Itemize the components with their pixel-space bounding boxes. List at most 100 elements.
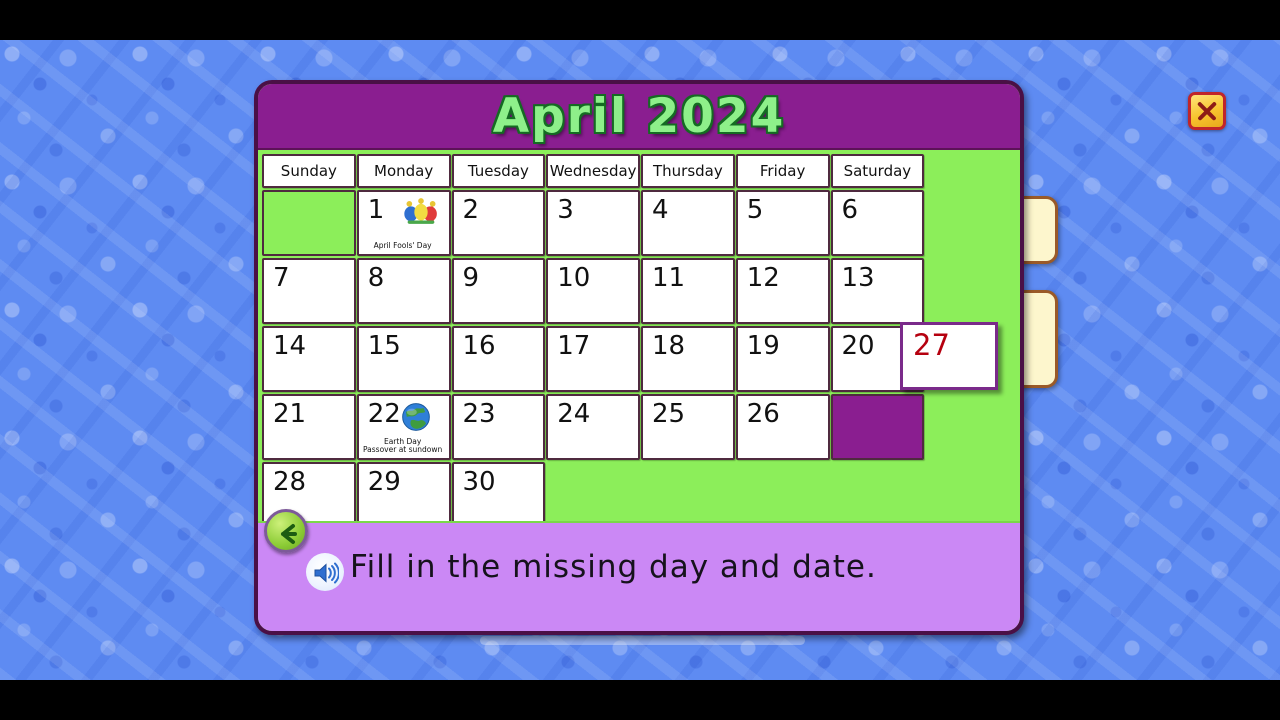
calendar-day-cell-18[interactable]: 18 bbox=[641, 326, 735, 392]
weekday-header-label: Tuesday bbox=[467, 162, 529, 180]
weekday-header-monday: Monday bbox=[356, 154, 451, 188]
day-number: 2 bbox=[462, 195, 480, 225]
calendar-day-cell-24[interactable]: 24 bbox=[546, 394, 640, 460]
calendar-empty-cell bbox=[262, 190, 356, 256]
weekday-header-wednesday: Wednesday bbox=[546, 154, 640, 188]
row-right-filler bbox=[925, 394, 1019, 460]
calendar-day-cell-26[interactable]: 26 bbox=[735, 394, 830, 460]
letterbox-top bbox=[0, 0, 1280, 40]
scroll-hint-bar bbox=[480, 636, 805, 645]
day-number: 11 bbox=[652, 263, 686, 293]
calendar-day-cell-3[interactable]: 3 bbox=[546, 190, 640, 256]
earth-globe-icon bbox=[401, 402, 441, 432]
day-number: 29 bbox=[367, 467, 401, 497]
calendar-day-cell-23[interactable]: 23 bbox=[451, 394, 546, 460]
day-number: 9 bbox=[462, 263, 480, 293]
day-number: 24 bbox=[557, 399, 591, 429]
calendar-day-cell-10[interactable]: 10 bbox=[546, 258, 640, 324]
calendar-filler-cell bbox=[735, 462, 830, 528]
speaker-icon[interactable] bbox=[306, 553, 344, 591]
calendar-filler-cell bbox=[641, 462, 735, 528]
holiday-label-line1: April Fools' Day bbox=[373, 241, 432, 251]
day-number: 30 bbox=[462, 467, 496, 497]
calendar-day-cell-21[interactable]: 21 bbox=[262, 394, 356, 460]
day-number: 21 bbox=[273, 399, 307, 429]
calendar-day-cell-30[interactable]: 30 bbox=[451, 462, 546, 528]
calendar-day-cell-16[interactable]: 16 bbox=[451, 326, 546, 392]
weekday-header-saturday: Saturday bbox=[830, 154, 925, 188]
day-number: 1 bbox=[367, 195, 385, 225]
calendar-week-row: 28 29 30 bbox=[262, 462, 1020, 530]
calendar-title-bar: April 2024 bbox=[258, 84, 1020, 150]
calendar-day-cell-29[interactable]: 29 bbox=[356, 462, 451, 528]
day-number: 28 bbox=[273, 467, 307, 497]
calendar-day-cell-15[interactable]: 15 bbox=[356, 326, 451, 392]
day-number: 20 bbox=[841, 331, 875, 361]
row-right-filler bbox=[925, 190, 1019, 256]
day-number: 23 bbox=[462, 399, 496, 429]
weekday-header-label: Saturday bbox=[843, 162, 912, 180]
day-number: 22 bbox=[367, 399, 401, 429]
calendar-day-cell-17[interactable]: 17 bbox=[546, 326, 640, 392]
calendar-day-cell-13[interactable]: 13 bbox=[830, 258, 925, 324]
row-right-filler bbox=[925, 258, 1019, 324]
calendar-day-cell-22[interactable]: 22 Earth Day Passover at sundown bbox=[356, 394, 451, 460]
day-number: 13 bbox=[841, 263, 875, 293]
calendar-day-cell-4[interactable]: 4 bbox=[641, 190, 735, 256]
day-number: 3 bbox=[557, 195, 574, 225]
calendar-filler-cell bbox=[830, 462, 925, 528]
day-number: 26 bbox=[746, 399, 780, 429]
close-icon[interactable] bbox=[1188, 92, 1226, 130]
calendar-week-row: 21 22 Earth Day Passover at sundown 23 24 25 26 bbox=[262, 394, 1020, 462]
instruction-bar: Fill in the missing day and date. bbox=[258, 509, 1020, 631]
header-filler bbox=[925, 154, 1019, 188]
day-number: 7 bbox=[273, 263, 290, 293]
day-number: 19 bbox=[746, 331, 780, 361]
calendar-day-cell-14[interactable]: 14 bbox=[262, 326, 356, 392]
calendar-day-cell-9[interactable]: 9 bbox=[451, 258, 546, 324]
day-number: 8 bbox=[367, 263, 385, 293]
back-arrow-icon[interactable] bbox=[264, 509, 308, 553]
day-number: 4 bbox=[652, 195, 669, 225]
day-number: 10 bbox=[557, 263, 591, 293]
weekday-header-label: Monday bbox=[374, 162, 434, 180]
page-title: April 2024 bbox=[492, 88, 786, 144]
weekday-header-label: Sunday bbox=[280, 162, 337, 180]
day-number: 5 bbox=[746, 195, 764, 225]
calendar-day-cell-19[interactable]: 19 bbox=[735, 326, 830, 392]
day-number: 16 bbox=[462, 331, 496, 361]
weekday-header-tuesday: Tuesday bbox=[451, 154, 546, 188]
instruction-text: Fill in the missing day and date. bbox=[350, 549, 877, 585]
calendar-day-cell-12[interactable]: 12 bbox=[735, 258, 830, 324]
calendar-day-cell-11[interactable]: 11 bbox=[641, 258, 735, 324]
calendar-day-cell-6[interactable]: 6 bbox=[830, 190, 925, 256]
day-number: 12 bbox=[746, 263, 780, 293]
app-stage: April 2024 Sunday Monday Tuesday Wednesday T… bbox=[0, 0, 1280, 720]
weekday-header-sunday: Sunday bbox=[262, 154, 356, 188]
holiday-label: April Fools' Day bbox=[359, 242, 447, 251]
calendar-day-cell-25[interactable]: 25 bbox=[641, 394, 735, 460]
row-right-filler bbox=[925, 462, 1019, 528]
weekday-header-label: Wednesday bbox=[549, 162, 637, 180]
weekday-header-label: Friday bbox=[759, 162, 806, 180]
calendar-day-cell-2[interactable]: 2 bbox=[451, 190, 546, 256]
calendar-week-row: 1 April Fools' Day 2 3 4 5 6 bbox=[262, 190, 1020, 258]
calendar-filler-cell bbox=[546, 462, 640, 528]
weekday-header-row: Sunday Monday Tuesday Wednesday Thursday Frid… bbox=[262, 154, 1020, 190]
calendar-drop-target[interactable] bbox=[830, 394, 925, 460]
weekday-header-label: Thursday bbox=[653, 162, 723, 180]
weekday-header-thursday: Thursday bbox=[641, 154, 735, 188]
calendar-day-cell-1[interactable]: 1 April Fools' Day bbox=[356, 190, 451, 256]
day-number: 15 bbox=[367, 331, 401, 361]
day-number: 14 bbox=[273, 331, 307, 361]
letterbox-bottom bbox=[0, 680, 1280, 720]
holiday-label: Earth Day Passover at sundown bbox=[359, 437, 447, 455]
day-number: 6 bbox=[841, 195, 859, 225]
answer-tile-27[interactable]: 27 bbox=[900, 322, 998, 390]
day-number: 18 bbox=[652, 331, 686, 361]
day-number: 25 bbox=[652, 399, 686, 429]
calendar-week-row: 7 8 9 10 11 12 13 bbox=[262, 258, 1020, 326]
calendar-day-cell-5[interactable]: 5 bbox=[735, 190, 830, 256]
calendar-day-cell-7[interactable]: 7 bbox=[262, 258, 356, 324]
calendar-day-cell-8[interactable]: 8 bbox=[356, 258, 451, 324]
